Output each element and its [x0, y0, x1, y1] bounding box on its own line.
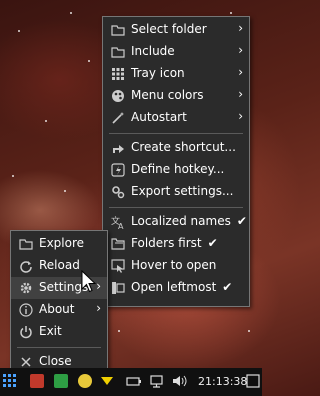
menu-item-export-settings[interactable]: Export settings... [103, 181, 249, 203]
chevron-right-icon: › [96, 301, 101, 315]
hotkey-icon [111, 163, 125, 177]
show-desktop-icon[interactable] [246, 374, 260, 388]
menu-separator [17, 347, 101, 348]
app-shield-icon[interactable] [30, 374, 44, 388]
app-arrow-icon[interactable] [100, 374, 114, 388]
chevron-right-icon: › [238, 109, 243, 123]
folder-icon [111, 45, 125, 59]
chevron-right-icon: › [238, 43, 243, 57]
check-icon: ✔ [222, 280, 233, 294]
taskbar-clock[interactable]: 21:13:38 [198, 375, 247, 388]
menu-item-include[interactable]: Include › [103, 41, 249, 63]
menu-item-autostart[interactable]: Autostart › [103, 107, 249, 129]
menu-item-create-shortcut[interactable]: Create shortcut... [103, 137, 249, 159]
tray-context-menu: Explore Reload Settings › About › Exit C… [10, 230, 108, 376]
mouse-cursor-icon [81, 270, 97, 293]
menu-item-localized-names[interactable]: 文A Localized names ✔ [103, 211, 249, 233]
battery-icon[interactable] [126, 374, 141, 388]
menu-item-define-hotkey[interactable]: Define hotkey... [103, 159, 249, 181]
menu-separator [109, 207, 243, 208]
check-icon: ✔ [207, 236, 218, 250]
gear-icon [19, 281, 33, 295]
wand-icon [111, 111, 125, 125]
taskbar: 21:13:38 [0, 368, 262, 396]
menu-separator [109, 133, 243, 134]
chevron-right-icon: › [238, 87, 243, 101]
app-check-icon[interactable] [54, 374, 68, 388]
menu-item-open-leftmost[interactable]: Open leftmost ✔ [103, 277, 249, 299]
leftmost-icon [111, 281, 125, 295]
power-icon [19, 325, 33, 339]
gears-icon [111, 185, 125, 199]
settings-submenu: Select folder › Include › Tray icon › Me… [102, 16, 250, 307]
app-face-icon[interactable] [78, 374, 92, 388]
folder-icon [19, 237, 33, 251]
network-icon[interactable] [149, 374, 163, 388]
reload-icon [19, 259, 33, 273]
close-icon [19, 355, 33, 369]
menu-item-hover-to-open[interactable]: Hover to open [103, 255, 249, 277]
menu-item-select-folder[interactable]: Select folder › [103, 19, 249, 41]
menu-item-tray-icon[interactable]: Tray icon › [103, 63, 249, 85]
shortcut-icon [111, 141, 125, 155]
menu-item-folders-first[interactable]: Folders first ✔ [103, 233, 249, 255]
menu-item-about[interactable]: About › [11, 299, 107, 321]
check-icon: ✔ [236, 214, 247, 228]
chevron-right-icon: › [238, 65, 243, 79]
menu-item-explore[interactable]: Explore [11, 233, 107, 255]
palette-icon [111, 89, 125, 103]
menu-item-exit[interactable]: Exit [11, 321, 107, 343]
svg-text:A: A [118, 222, 124, 229]
folder-icon [111, 23, 125, 37]
grid-icon [111, 67, 125, 81]
start-grid-icon[interactable] [3, 374, 17, 388]
translate-icon: 文A [111, 215, 125, 231]
menu-item-menu-colors[interactable]: Menu colors › [103, 85, 249, 107]
chevron-right-icon: › [238, 21, 243, 35]
hover-icon [111, 259, 125, 273]
volume-icon[interactable] [172, 374, 187, 388]
folders-icon [111, 237, 125, 251]
info-icon [19, 303, 33, 317]
